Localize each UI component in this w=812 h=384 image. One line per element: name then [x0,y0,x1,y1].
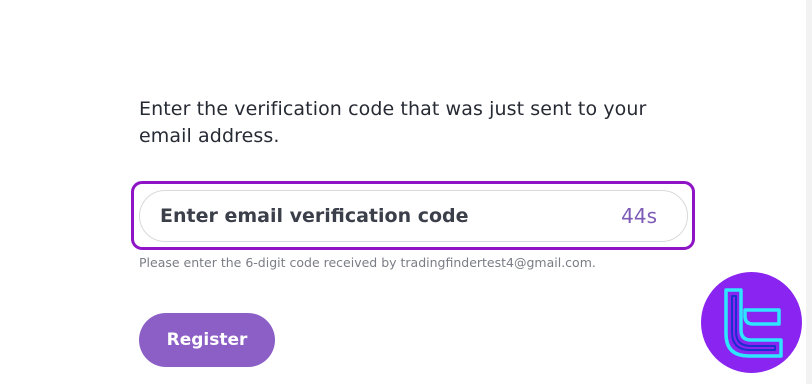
register-button[interactable]: Register [139,313,275,367]
helper-text: Please enter the 6-digit code received b… [139,255,596,270]
verification-code-input[interactable] [160,191,590,240]
scrollbar-track[interactable] [806,0,812,384]
logo-glyph [724,288,783,358]
tradingfinder-logo-icon [701,272,802,373]
verification-page: Enter the verification code that was jus… [0,0,812,384]
resend-countdown: 44s [621,204,657,228]
verification-code-field[interactable]: 44s [139,190,688,242]
instruction-text: Enter the verification code that was jus… [139,98,647,147]
